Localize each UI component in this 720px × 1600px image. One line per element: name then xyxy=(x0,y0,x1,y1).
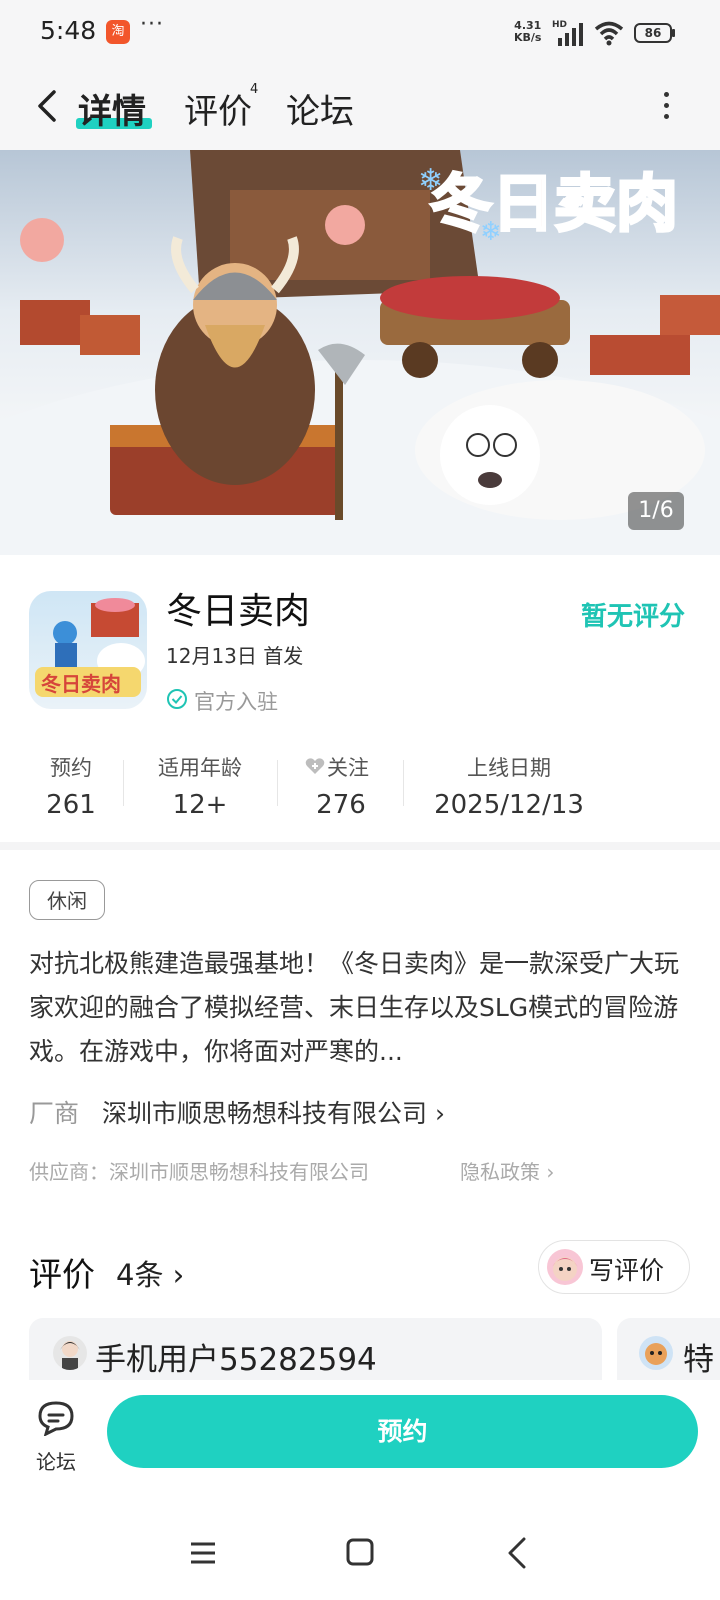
svg-text:❄: ❄ xyxy=(418,163,443,198)
taobao-notification-icon: 淘 xyxy=(106,20,130,44)
banner-artwork: 冬日卖肉 ❄ ❄ xyxy=(0,150,720,555)
verified-check-icon xyxy=(167,689,187,709)
battery-level: 86 xyxy=(644,26,662,40)
stat-reservations-value: 261 xyxy=(46,790,96,820)
release-date-label: 12月13日 首发 xyxy=(166,644,304,668)
privacy-policy-link[interactable]: 隐私政策 › xyxy=(460,1156,554,1185)
stat-divider xyxy=(123,760,124,806)
stat-launch-value: 2025/12/13 xyxy=(434,790,584,820)
write-review-label: 写评价 xyxy=(589,1256,665,1285)
reviews-count-link[interactable]: 4条 › xyxy=(116,1252,184,1294)
system-back-icon[interactable] xyxy=(506,1536,528,1570)
svg-text:❄: ❄ xyxy=(480,217,502,247)
banner-carousel[interactable]: 冬日卖肉 ❄ ❄ xyxy=(0,150,720,555)
tab-review-count: 4 xyxy=(250,82,259,97)
wifi-icon xyxy=(594,21,624,46)
genre-tag[interactable]: 休闲 xyxy=(29,880,105,920)
official-badge-text: 官方入驻 xyxy=(194,690,278,714)
reviewer-avatar xyxy=(53,1336,87,1370)
stat-age-value: 12+ xyxy=(172,790,228,820)
stat-age-label: 适用年龄 xyxy=(158,756,242,780)
reviewer-name: 特 xyxy=(683,1342,714,1378)
stat-follow-label: 关注 xyxy=(327,756,369,780)
menu-icon[interactable] xyxy=(190,1540,216,1566)
more-notifications-icon: ··· xyxy=(140,12,164,37)
user-avatar-icon xyxy=(547,1249,583,1285)
reviewer-avatar xyxy=(639,1336,673,1370)
game-title: 冬日卖肉 xyxy=(166,591,311,632)
supplier-text: 供应商：深圳市顺思畅想科技有限公司 xyxy=(29,1160,369,1184)
more-options-button[interactable] xyxy=(660,92,672,122)
write-review-button[interactable]: 写评价 xyxy=(538,1240,690,1294)
back-button[interactable] xyxy=(28,86,68,126)
vendor-label: 厂商 xyxy=(29,1099,80,1128)
heart-plus-icon xyxy=(305,758,325,774)
game-description[interactable]: 对抗北极熊建造最强基地！《冬日卖肉》是一款深受广大玩家欢迎的融合了模拟经营、末日… xyxy=(29,942,691,1074)
tab-detail[interactable]: 详情 xyxy=(78,84,146,133)
stat-launch-label: 上线日期 xyxy=(467,756,551,780)
banner-page-counter: 1/6 xyxy=(628,492,684,530)
forum-label[interactable]: 论坛 xyxy=(36,1446,76,1475)
reviewer-name: 手机用户55282594 xyxy=(95,1342,377,1378)
svg-text:冬日卖肉: 冬日卖肉 xyxy=(430,167,678,240)
tab-forum[interactable]: 论坛 xyxy=(286,84,354,133)
tab-review[interactable]: 评价 xyxy=(184,84,252,133)
vendor-link[interactable]: 深圳市顺思畅想科技有限公司 › xyxy=(102,1094,445,1130)
network-speed-unit: KB/s xyxy=(514,31,542,44)
svg-text:冬日卖肉: 冬日卖肉 xyxy=(41,672,121,696)
rating-status: 暂无评分 xyxy=(581,602,686,632)
stat-divider xyxy=(403,760,404,806)
status-time: 5:48 xyxy=(40,16,97,45)
stat-reservations-label: 预约 xyxy=(50,756,92,780)
reserve-button[interactable]: 预约 xyxy=(107,1395,698,1468)
forum-chat-icon[interactable] xyxy=(36,1400,76,1436)
stat-follow-value: 276 xyxy=(316,790,366,820)
home-icon[interactable] xyxy=(346,1538,374,1566)
stat-divider xyxy=(277,760,278,806)
battery-icon: 86 xyxy=(634,23,676,43)
section-divider xyxy=(0,842,720,850)
signal-icon xyxy=(558,23,583,46)
network-speed: 4.31 KB/s xyxy=(514,20,541,44)
game-app-icon: 冬日卖肉 xyxy=(29,591,147,709)
reviews-section-title[interactable]: 评价 xyxy=(29,1248,95,1296)
